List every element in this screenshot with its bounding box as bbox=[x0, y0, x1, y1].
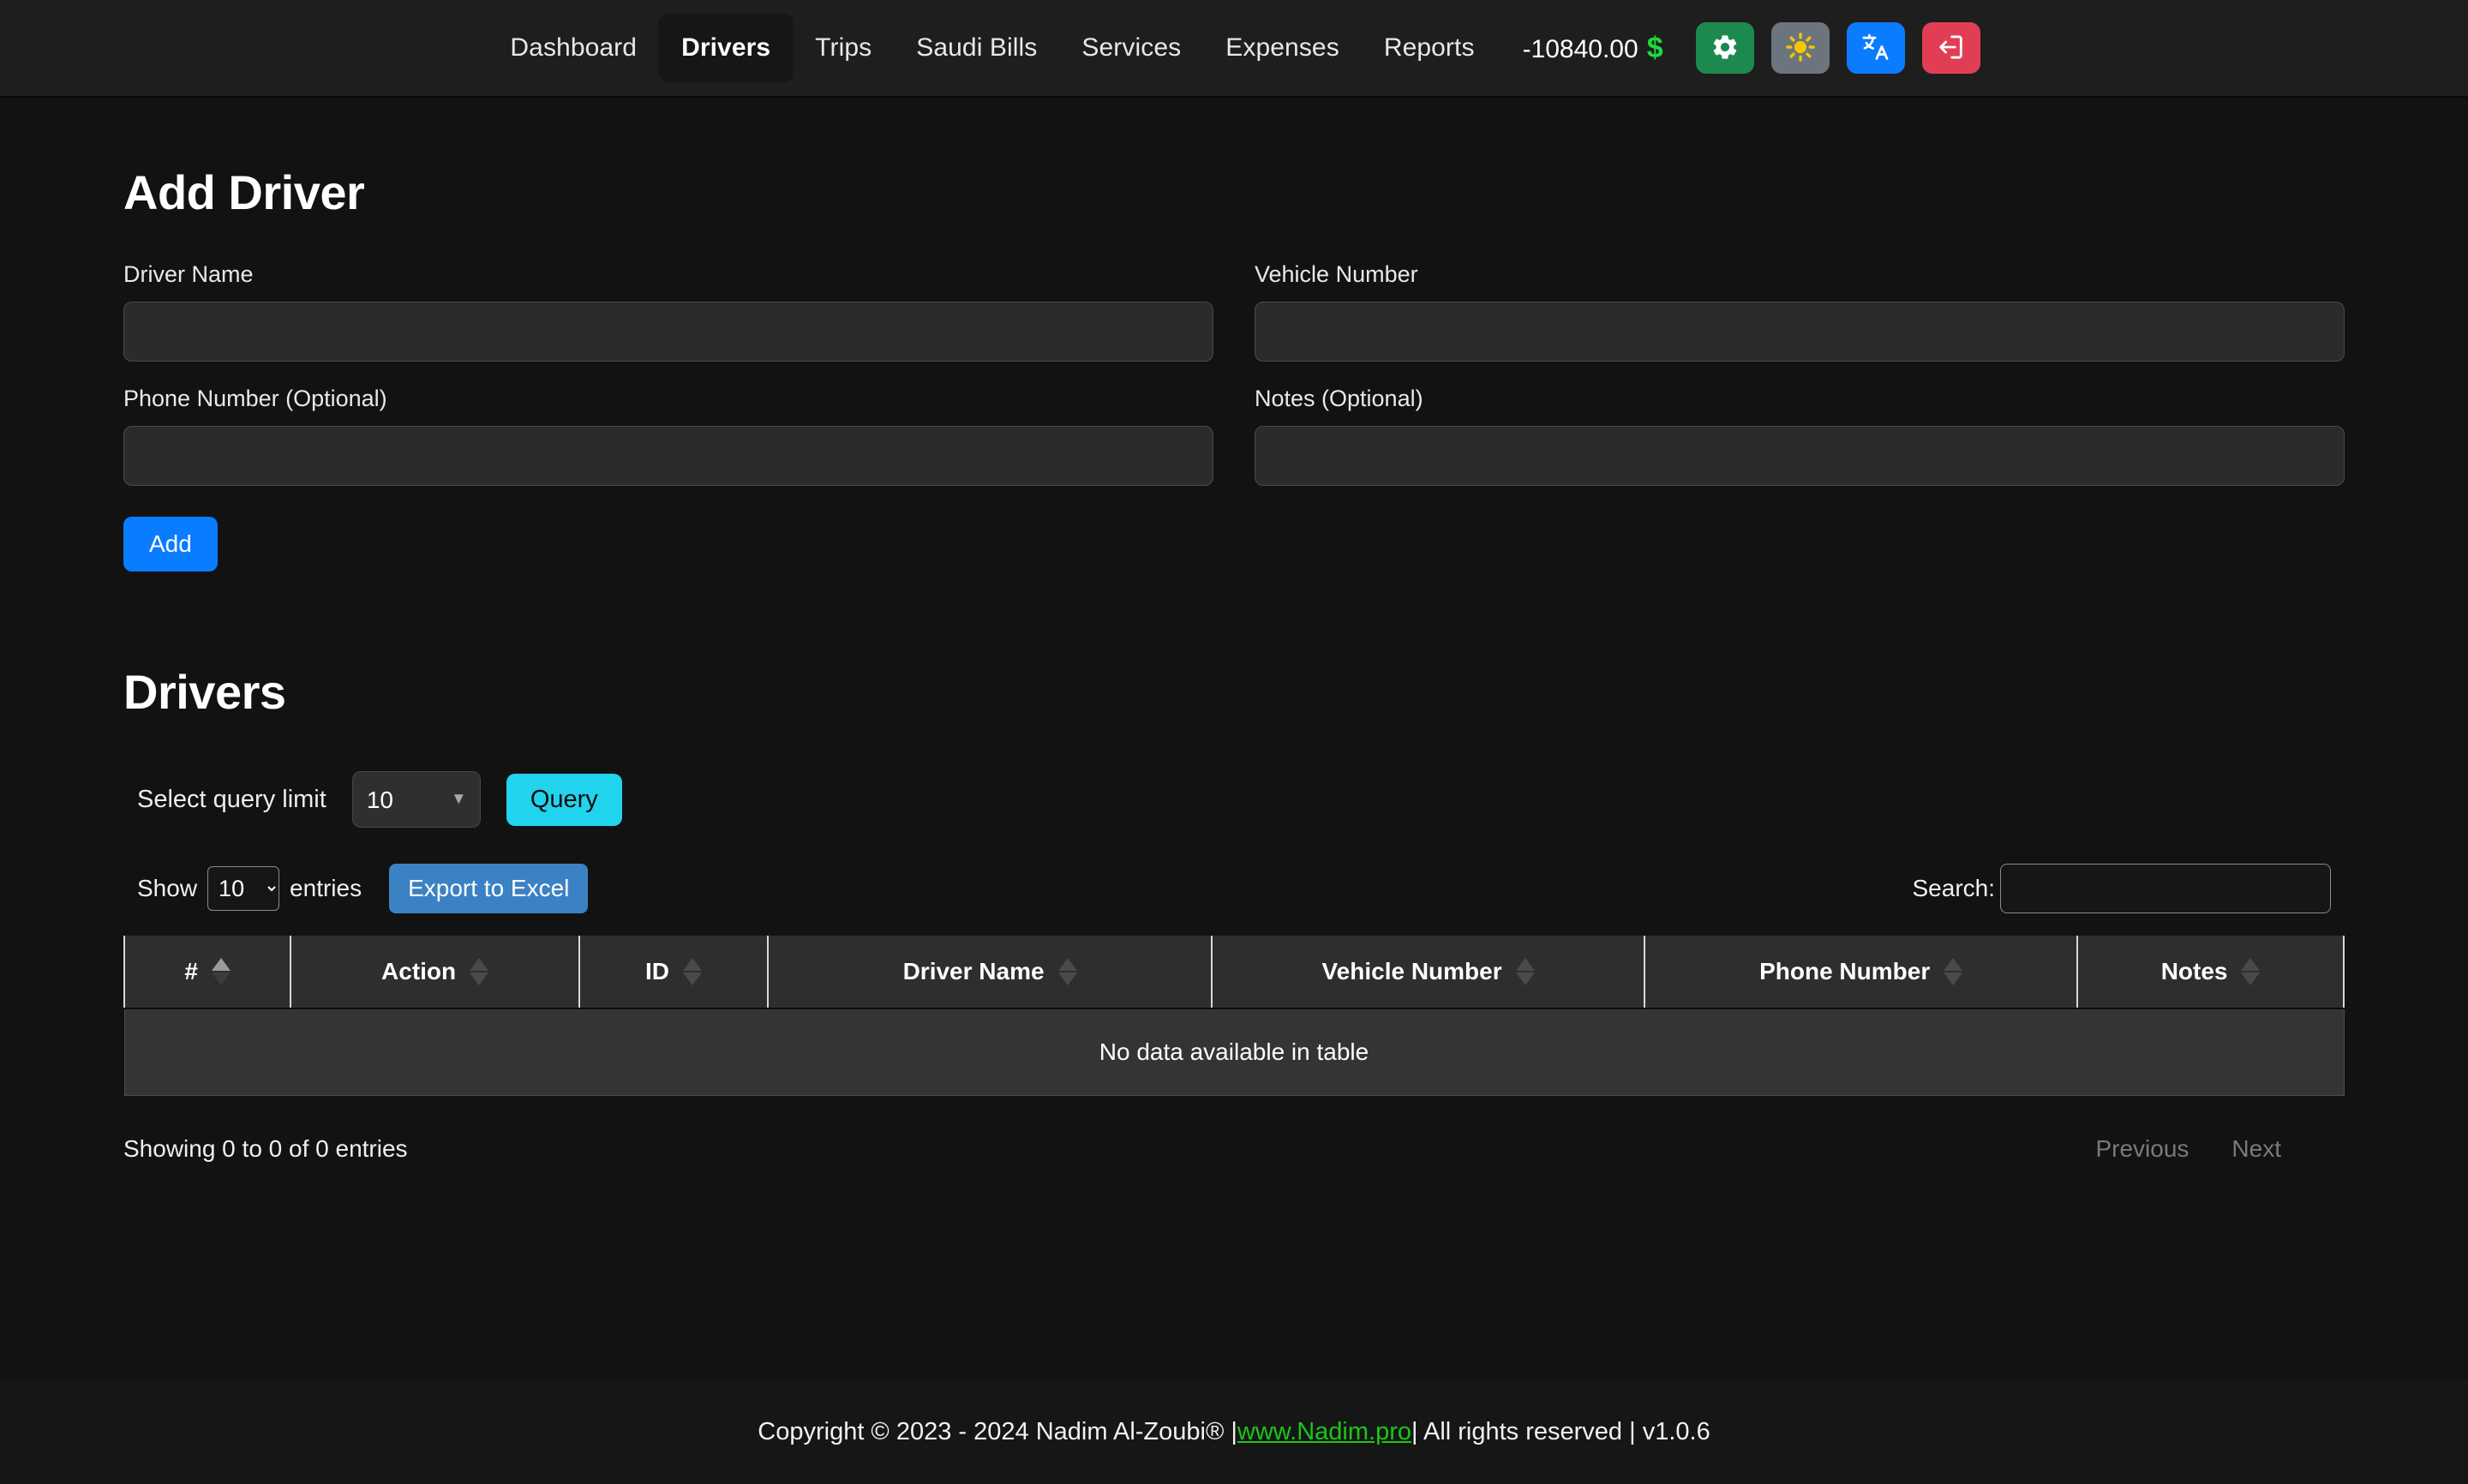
table-empty-row: No data available in table bbox=[123, 1008, 2345, 1096]
search-label: Search: bbox=[1912, 875, 1996, 901]
datatable-length-control: Show 10 25 50 100 entries Export to Exce… bbox=[137, 864, 589, 913]
footer-copyright-suffix: | All rights reserved | v1.0.6 bbox=[1411, 1417, 1710, 1445]
pagination-previous-button[interactable]: Previous bbox=[2080, 1130, 2204, 1168]
col-header-notes-label: Notes bbox=[2160, 958, 2228, 984]
page-footer: Copyright © 2023 - 2024 Nadim Al-Zoubi® … bbox=[0, 1379, 2468, 1484]
sort-none-icon bbox=[1944, 958, 1963, 985]
nav-item-dashboard[interactable]: Dashboard bbox=[488, 21, 659, 75]
field-group-notes: Notes (Optional) bbox=[1255, 386, 2345, 486]
datatable-pagination: Previous Next bbox=[2080, 1130, 2345, 1168]
gear-icon bbox=[1710, 33, 1740, 64]
footer-website-link[interactable]: www.Nadim.pro bbox=[1237, 1418, 1411, 1446]
drivers-table-head: # Action ID Driver Name Vehicle Number P… bbox=[123, 936, 2345, 1009]
notes-input[interactable] bbox=[1255, 426, 2345, 486]
col-header-driver-name-label: Driver Name bbox=[902, 958, 1045, 984]
datatable-length-select[interactable]: 10 25 50 100 bbox=[207, 866, 280, 911]
translate-icon bbox=[1861, 33, 1890, 64]
settings-button[interactable] bbox=[1695, 22, 1754, 74]
sort-none-icon bbox=[2241, 958, 2261, 985]
language-button[interactable] bbox=[1846, 22, 1905, 74]
nav-items-container: Dashboard Drivers Trips Saudi Bills Serv… bbox=[488, 15, 1980, 81]
sort-none-icon bbox=[1057, 958, 1077, 985]
col-header-phone-number-label: Phone Number bbox=[1759, 958, 1931, 984]
col-header-action-label: Action bbox=[381, 958, 457, 984]
nav-item-saudi-bills[interactable]: Saudi Bills bbox=[894, 21, 1059, 75]
logout-icon bbox=[1937, 33, 1966, 64]
query-limit-select[interactable]: 10 25 50 100 bbox=[351, 771, 481, 828]
add-driver-form: Driver Name Vehicle Number Phone Number … bbox=[123, 261, 2345, 510]
nav-item-services[interactable]: Services bbox=[1059, 21, 1203, 75]
query-limit-select-wrapper: 10 25 50 100 ▾ bbox=[351, 771, 481, 828]
col-header-driver-name[interactable]: Driver Name bbox=[768, 936, 1213, 1009]
notes-label: Notes (Optional) bbox=[1255, 386, 1423, 411]
phone-number-label: Phone Number (Optional) bbox=[123, 386, 387, 411]
datatable-info: Showing 0 to 0 of 0 entries bbox=[123, 1135, 408, 1162]
page-root: Dashboard Drivers Trips Saudi Bills Serv… bbox=[0, 0, 2468, 1484]
col-header-number-label: # bbox=[184, 958, 198, 984]
export-to-excel-button[interactable]: Export to Excel bbox=[389, 864, 589, 913]
col-header-action[interactable]: Action bbox=[291, 936, 580, 1009]
driver-name-label: Driver Name bbox=[123, 261, 254, 287]
pagination-next-button[interactable]: Next bbox=[2216, 1130, 2297, 1168]
field-group-driver-name: Driver Name bbox=[123, 261, 1213, 362]
col-header-vehicle-number-label: Vehicle Number bbox=[1321, 958, 1502, 984]
datatable-footer: Showing 0 to 0 of 0 entries Previous Nex… bbox=[123, 1130, 2345, 1168]
currency-symbol-icon: $ bbox=[1646, 31, 1663, 64]
nav-item-expenses[interactable]: Expenses bbox=[1203, 21, 1362, 75]
drivers-table-body: No data available in table bbox=[123, 1008, 2345, 1096]
col-header-id-label: ID bbox=[645, 958, 669, 984]
add-driver-submit-button[interactable]: Add bbox=[123, 517, 218, 571]
theme-toggle-button[interactable] bbox=[1770, 22, 1830, 74]
main-content: Add Driver Driver Name Vehicle Number Ph… bbox=[0, 98, 2468, 1168]
balance-amount: -10840.00 bbox=[1522, 34, 1638, 63]
logout-button[interactable] bbox=[1921, 22, 1980, 74]
sun-icon bbox=[1785, 32, 1815, 64]
nav-item-reports[interactable]: Reports bbox=[1362, 21, 1497, 75]
no-data-message: No data available in table bbox=[123, 1008, 2345, 1096]
nav-item-trips[interactable]: Trips bbox=[793, 21, 894, 75]
query-controls: Select query limit 10 25 50 100 ▾ Query bbox=[123, 771, 2345, 828]
field-group-vehicle-number: Vehicle Number bbox=[1255, 261, 2345, 362]
add-driver-title: Add Driver bbox=[123, 165, 365, 219]
top-navbar: Dashboard Drivers Trips Saudi Bills Serv… bbox=[0, 0, 2468, 98]
table-header-row: # Action ID Driver Name Vehicle Number P… bbox=[123, 936, 2345, 1009]
driver-name-input[interactable] bbox=[123, 302, 1213, 362]
phone-number-input[interactable] bbox=[123, 426, 1213, 486]
field-group-phone-number: Phone Number (Optional) bbox=[123, 386, 1213, 486]
col-header-vehicle-number[interactable]: Vehicle Number bbox=[1212, 936, 1646, 1009]
col-header-id[interactable]: ID bbox=[578, 936, 770, 1009]
datatable-search-control: Search: bbox=[1912, 864, 2331, 913]
footer-copyright-prefix: Copyright © 2023 - 2024 Nadim Al-Zoubi® … bbox=[758, 1417, 1237, 1445]
nav-item-drivers[interactable]: Drivers bbox=[659, 15, 794, 81]
datatable-toolbar: Show 10 25 50 100 entries Export to Exce… bbox=[123, 864, 2345, 913]
balance-display: -10840.00 $ bbox=[1497, 20, 1672, 77]
drivers-table: # Action ID Driver Name Vehicle Number P… bbox=[123, 936, 2345, 1096]
entries-label: entries bbox=[290, 875, 362, 901]
sort-none-icon bbox=[1515, 958, 1535, 985]
sort-none-icon bbox=[470, 958, 489, 985]
vehicle-number-input[interactable] bbox=[1255, 302, 2345, 362]
sort-ascending-icon bbox=[211, 958, 231, 985]
sort-none-icon bbox=[683, 958, 702, 985]
col-header-phone-number[interactable]: Phone Number bbox=[1644, 936, 2079, 1009]
show-label: Show bbox=[137, 875, 198, 901]
vehicle-number-label: Vehicle Number bbox=[1255, 261, 1418, 287]
query-limit-label: Select query limit bbox=[137, 785, 326, 813]
col-header-number[interactable]: # bbox=[123, 936, 292, 1009]
search-input[interactable] bbox=[2000, 864, 2331, 913]
col-header-notes[interactable]: Notes bbox=[2077, 936, 2345, 1009]
drivers-section-title: Drivers bbox=[123, 665, 286, 719]
query-button[interactable]: Query bbox=[506, 773, 622, 826]
